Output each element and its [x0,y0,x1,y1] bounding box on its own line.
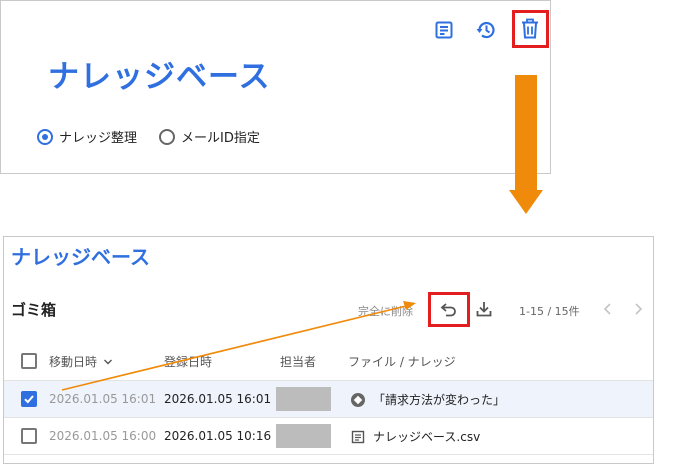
row-checkbox[interactable] [21,428,37,444]
down-arrow-head [509,190,543,214]
column-header-file[interactable]: ファイル / ナレッジ [348,353,456,370]
permanent-delete-button[interactable]: 完全に削除 [358,303,413,319]
column-label: 移動日時 [49,355,98,369]
radio-knowledge-organize[interactable]: ナレッジ整理 [37,127,137,146]
down-arrow-shaft [515,75,537,191]
mode-radio-group: ナレッジ整理 メールID指定 [37,127,282,146]
history-icon[interactable] [473,17,499,43]
moved-at-cell: 2026.01.05 16:01 [49,392,157,406]
item-cell[interactable]: ナレッジベース.csv [351,428,480,445]
trash-icon[interactable] [517,16,543,42]
assignee-redacted [276,387,331,411]
page-title: ナレッジベース [48,59,271,95]
select-all-checkbox[interactable] [21,353,37,369]
radio-indicator [159,128,176,145]
moved-at-cell: 2026.01.05 16:00 [49,429,157,443]
registered-at-cell: 2026.01.05 16:01 [164,392,272,406]
trash-panel: ナレッジベース ゴミ箱 完全に削除 1-15 / 15件 移動日時 登録日時 担… [3,236,654,464]
column-header-assignee[interactable]: 担当者 [280,353,316,370]
row-divider [4,454,653,455]
item-cell[interactable]: 「請求方法が変わった」 [351,391,505,408]
chevron-right-icon[interactable] [625,296,651,322]
page-title: ナレッジベース [11,245,150,269]
table-row[interactable]: 2026.01.05 16:01 2026.01.05 16:01 「請求方法が… [4,381,653,417]
check-icon [24,395,34,404]
radio-mail-id[interactable]: メールID指定 [159,127,260,146]
assignee-redacted [276,424,331,448]
radio-label: ナレッジ整理 [59,131,138,146]
knowledge-icon [351,392,365,407]
section-title: ゴミ箱 [11,301,57,319]
chevron-left-icon[interactable] [595,296,621,322]
download-icon[interactable] [471,296,497,322]
registered-at-cell: 2026.01.05 10:16 [164,429,272,443]
top-panel: ナレッジベース ナレッジ整理 メールID指定 [0,0,551,174]
undo-icon[interactable] [436,296,462,322]
pagination-count: 1-15 / 15件 [519,305,580,318]
document-icon [351,430,365,443]
item-label: 「請求方法が変わった」 [373,393,506,407]
radio-indicator-selected [37,128,53,145]
table-row[interactable]: 2026.01.05 16:00 2026.01.05 10:16 ナレッジベー… [4,418,653,454]
note-icon[interactable] [431,17,457,43]
item-label: ナレッジベース.csv [373,430,481,444]
column-header-registered-at[interactable]: 登録日時 [164,353,212,370]
chevron-down-icon [104,359,113,364]
row-checkbox-checked[interactable] [21,391,37,407]
column-header-moved-at[interactable]: 移動日時 [49,353,113,370]
radio-label: メールID指定 [181,131,260,146]
